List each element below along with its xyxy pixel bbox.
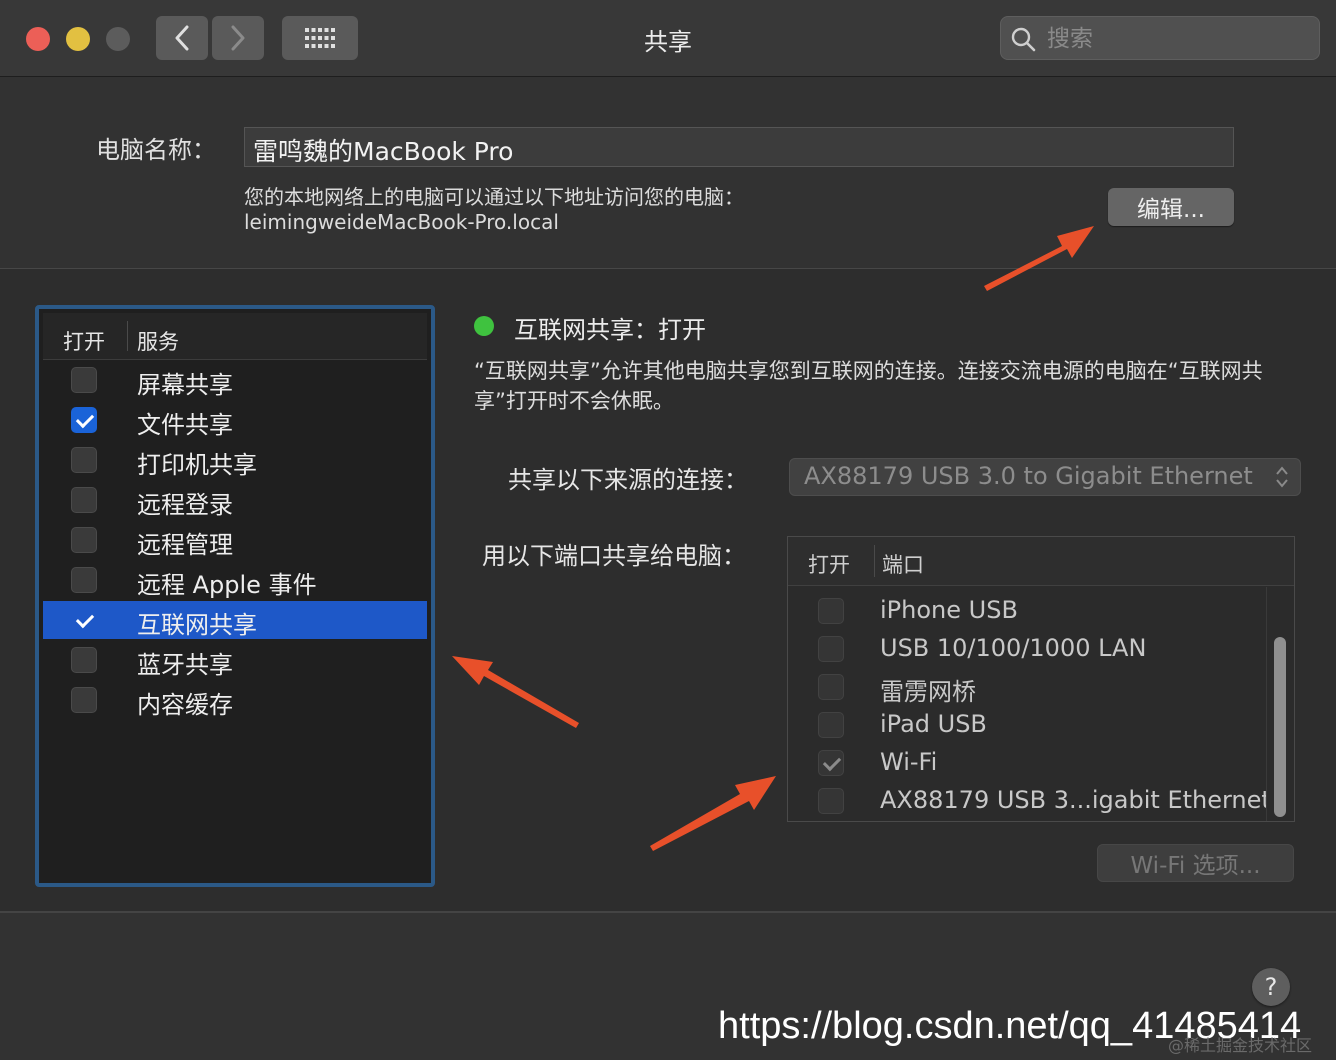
source-connection-label: 共享以下来源的连接： — [508, 466, 748, 494]
title-bar: 共享 — [0, 0, 1336, 77]
edit-hostname-button[interactable]: 编辑... — [1108, 188, 1234, 226]
port-checkbox[interactable] — [818, 598, 844, 624]
port-row[interactable]: Wi-Fi — [788, 744, 1268, 782]
service-label: 文件共享 — [137, 411, 233, 439]
service-description: “互联网共享”允许其他电脑共享您到互联网的连接。连接交流电源的电脑在“互联网共享… — [474, 359, 1263, 413]
source-connection-select[interactable]: AX88179 USB 3.0 to Gigabit Ethernet — [789, 458, 1301, 496]
port-checkbox[interactable] — [818, 750, 844, 776]
port-checkbox[interactable] — [818, 674, 844, 700]
service-checkbox[interactable] — [71, 447, 97, 473]
computer-name-field[interactable]: 雷鸣魏的MacBook Pro — [244, 127, 1234, 167]
service-row[interactable]: 内容缓存 — [43, 681, 427, 719]
service-checkbox[interactable] — [71, 687, 97, 713]
service-row[interactable]: 远程管理 — [43, 521, 427, 559]
column-separator — [874, 545, 875, 577]
service-checkbox[interactable] — [71, 367, 97, 393]
port-label: Wi-Fi — [880, 748, 938, 776]
service-checkbox[interactable] — [71, 527, 97, 553]
port-label: USB 10/100/1000 LAN — [880, 634, 1147, 662]
port-label: iPhone USB — [880, 596, 1018, 624]
source-connection-value: AX88179 USB 3.0 to Gigabit Ethernet — [804, 462, 1253, 490]
port-checkbox[interactable] — [818, 788, 844, 814]
divider — [0, 911, 1336, 913]
column-separator — [127, 321, 128, 351]
column-header-on[interactable]: 打开 — [808, 549, 850, 579]
port-label: iPad USB — [880, 710, 987, 738]
local-hostname: leimingweideMacBook-Pro.local — [244, 210, 559, 234]
column-header-on[interactable]: 打开 — [63, 326, 105, 356]
up-down-arrows-icon — [1276, 466, 1288, 488]
column-header-service[interactable]: 服务 — [137, 326, 179, 356]
address-description: 您的本地网络上的电脑可以通过以下地址访问您的电脑： — [244, 185, 744, 209]
wifi-options-button[interactable]: Wi-Fi 选项... — [1097, 844, 1294, 882]
ports-label: 用以下端口共享给电脑： — [482, 542, 746, 570]
search-input[interactable] — [1045, 23, 1309, 55]
port-row[interactable]: iPad USB — [788, 706, 1268, 744]
port-row[interactable]: AX88179 USB 3...igabit Ethernet — [788, 782, 1271, 820]
service-checkbox[interactable] — [71, 407, 97, 433]
column-header-port[interactable]: 端口 — [882, 549, 924, 579]
service-row[interactable]: 打印机共享 — [43, 441, 427, 479]
service-row[interactable]: 互联网共享 — [43, 601, 427, 639]
service-label: 屏幕共享 — [137, 371, 233, 399]
service-label: 打印机共享 — [137, 451, 257, 479]
ports-list-header: 打开 端口 — [788, 537, 1294, 586]
service-row[interactable]: 远程 Apple 事件 — [43, 561, 427, 599]
service-label: 远程 Apple 事件 — [137, 571, 317, 599]
service-checkbox[interactable] — [71, 647, 97, 673]
search-field[interactable] — [1000, 16, 1320, 60]
port-row[interactable]: iPhone USB — [788, 592, 1268, 630]
help-button[interactable]: ? — [1252, 968, 1290, 1006]
service-status-text: 互联网共享：打开 — [514, 316, 706, 344]
watermark-small: @稀土掘金技术社区 — [1168, 1036, 1313, 1055]
service-label: 互联网共享 — [137, 611, 257, 639]
service-row[interactable]: 屏幕共享 — [43, 361, 427, 399]
service-checkbox[interactable] — [71, 607, 97, 633]
port-checkbox[interactable] — [818, 712, 844, 738]
services-list[interactable]: 打开 服务 屏幕共享文件共享打印机共享远程登录远程管理远程 Apple 事件 互联… — [35, 305, 435, 887]
service-checkbox[interactable] — [71, 567, 97, 593]
computer-name-label: 电脑名称： — [96, 136, 216, 164]
service-label: 内容缓存 — [137, 691, 233, 719]
ports-scrollbar-thumb[interactable] — [1274, 637, 1286, 817]
service-checkbox[interactable] — [71, 487, 97, 513]
computer-name-section — [0, 77, 1336, 267]
ports-list[interactable]: 打开 端口 iPhone USB USB 10/100/1000 LAN 雷雳网桥 i… — [787, 536, 1295, 822]
service-label: 远程登录 — [137, 491, 233, 519]
service-label: 蓝牙共享 — [137, 651, 233, 679]
service-label: 远程管理 — [137, 531, 233, 559]
status-indicator — [474, 316, 494, 336]
search-icon — [1011, 27, 1036, 52]
services-list-header: 打开 服务 — [43, 313, 427, 360]
service-row[interactable]: 文件共享 — [43, 401, 427, 439]
port-row[interactable]: USB 10/100/1000 LAN — [788, 630, 1268, 668]
service-row[interactable]: 远程登录 — [43, 481, 427, 519]
port-label: 雷雳网桥 — [880, 678, 976, 706]
port-checkbox[interactable] — [818, 636, 844, 662]
port-label: AX88179 USB 3...igabit Ethernet — [880, 786, 1271, 814]
port-row[interactable]: 雷雳网桥 — [788, 668, 1268, 706]
service-row[interactable]: 蓝牙共享 — [43, 641, 427, 679]
